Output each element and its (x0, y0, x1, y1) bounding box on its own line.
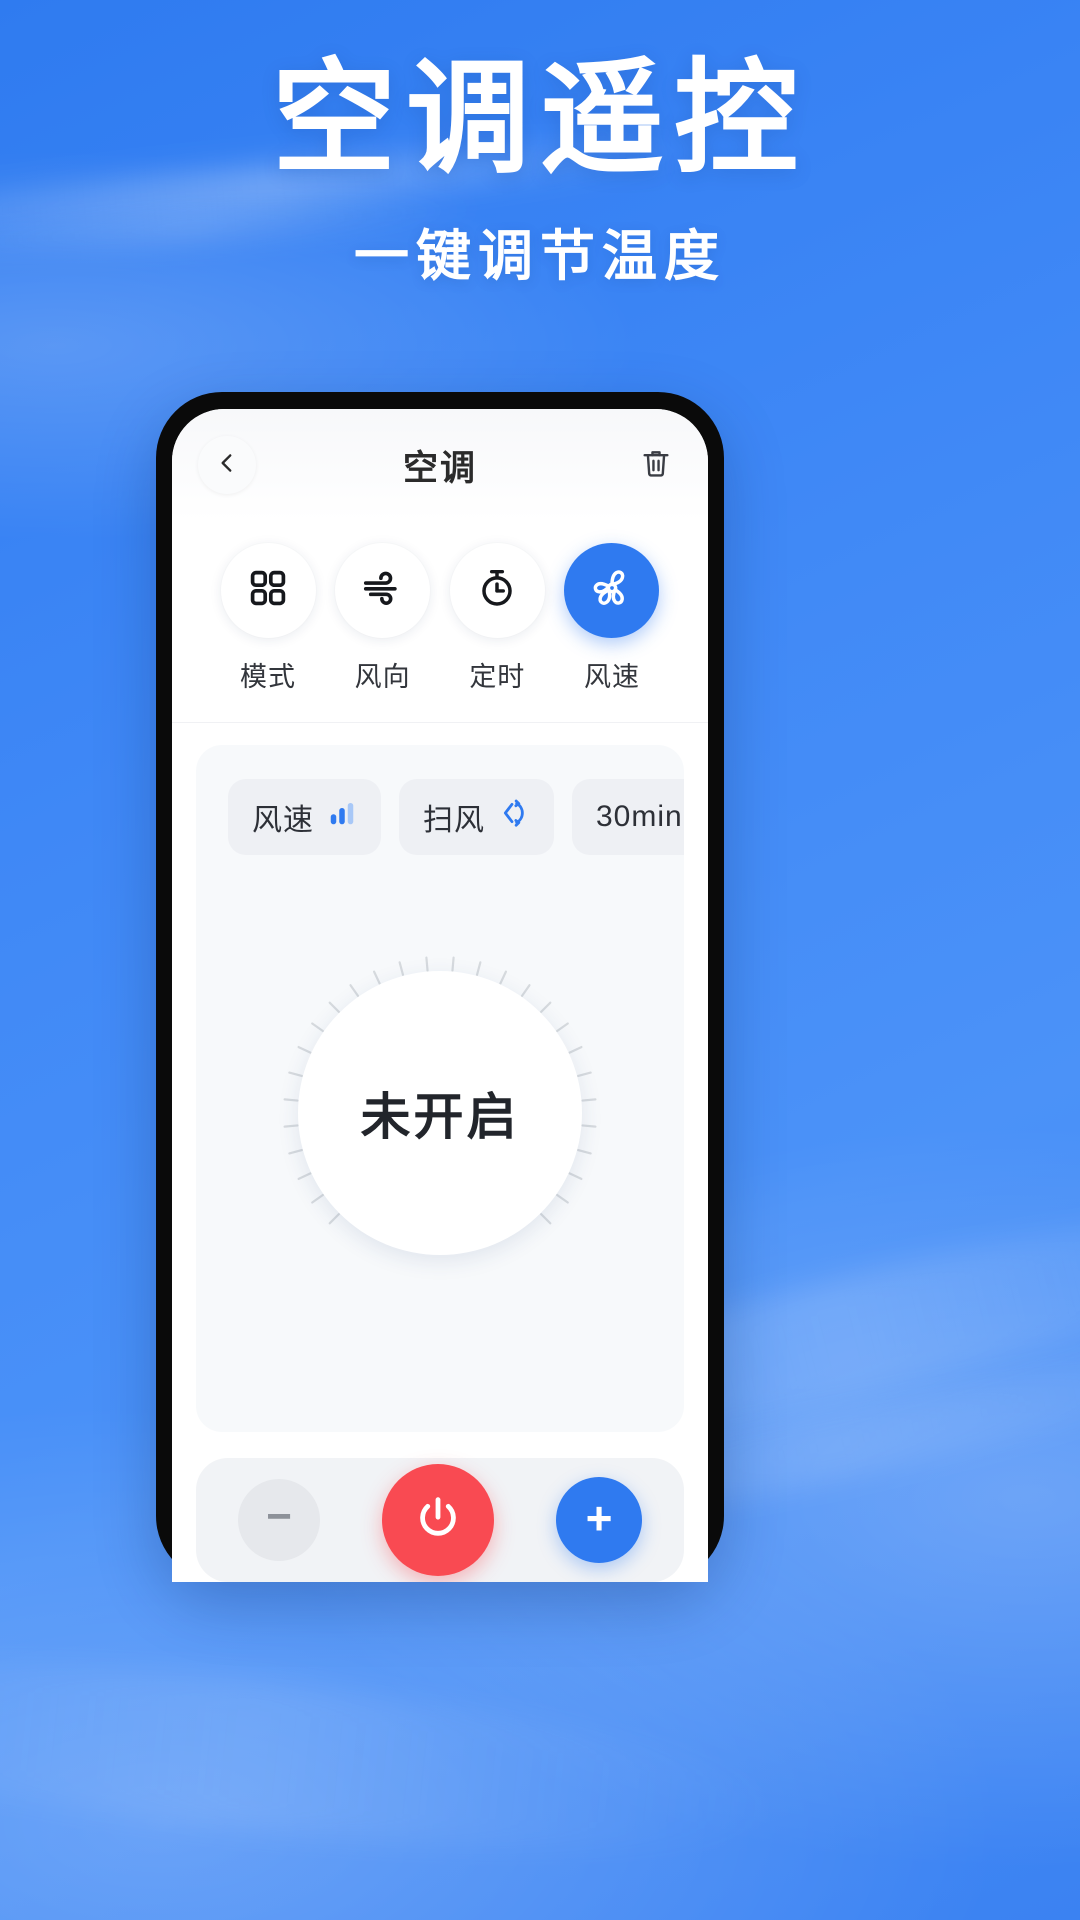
mode-label: 定时 (469, 662, 526, 692)
background-swoosh (0, 1622, 805, 1888)
mode-label: 风速 (583, 662, 640, 692)
trash-icon (639, 446, 673, 485)
mode-icon-wrap (564, 543, 660, 638)
swing-arrows-icon (498, 797, 530, 837)
dial-center: 未开启 (298, 971, 582, 1255)
mode-label: 风向 (354, 662, 411, 692)
power-icon (413, 1493, 463, 1548)
chip-label: 风速 (252, 804, 314, 837)
status-chip-row: 风速 扫风 30min (228, 779, 684, 855)
chip-swing[interactable]: 扫风 (399, 779, 554, 855)
hero-section: 空调遥控 一键调节温度 (0, 48, 1080, 291)
phone-screen: 空调 模式 风向 定时 风速 风速 扫风 30min 未开启 − + (172, 409, 708, 1582)
mode-button-fengxiang[interactable]: 风向 (327, 543, 439, 694)
back-button[interactable] (198, 436, 256, 494)
hero-subtitle: 一键调节温度 (353, 224, 726, 287)
mode-button-dingshi[interactable]: 定时 (441, 543, 553, 694)
chip-fan-speed[interactable]: 风速 (228, 779, 381, 855)
chevron-left-icon (214, 450, 240, 481)
signal-bars-icon (327, 798, 357, 836)
mode-button-fengsu[interactable]: 风速 (556, 543, 668, 694)
plus-icon: + (585, 1491, 613, 1544)
minus-icon: − (266, 1492, 292, 1541)
dial-status-text: 未开启 (360, 1089, 520, 1145)
wind-icon (360, 565, 406, 616)
temperature-dial[interactable]: 未开启 (240, 913, 640, 1313)
app-header: 空调 (172, 409, 708, 521)
increase-button[interactable]: + (556, 1477, 642, 1563)
decrease-button[interactable]: − (238, 1479, 320, 1561)
stopwatch-icon (475, 566, 519, 615)
power-button[interactable] (382, 1464, 494, 1576)
control-panel: 风速 扫风 30min 未开启 (196, 745, 684, 1432)
chip-timer[interactable]: 30min (572, 779, 684, 855)
delete-button[interactable] (630, 439, 682, 491)
chip-label: 扫风 (423, 804, 485, 837)
fan-icon (589, 565, 635, 616)
grid-icon (247, 567, 289, 614)
hero-title: 空调遥控 (271, 50, 808, 188)
chip-label: 30min (596, 800, 683, 833)
mode-button-row: 模式 风向 定时 风速 (172, 521, 708, 723)
mode-label: 模式 (240, 662, 296, 692)
mode-icon-wrap (449, 543, 545, 638)
mode-icon-wrap (220, 543, 316, 638)
bottom-control-bar: − + (196, 1458, 684, 1582)
mode-button-moshi[interactable]: 模式 (212, 543, 324, 694)
phone-mockup: 空调 模式 风向 定时 风速 风速 扫风 30min 未开启 − + (156, 392, 724, 1582)
mode-icon-wrap (335, 543, 431, 638)
